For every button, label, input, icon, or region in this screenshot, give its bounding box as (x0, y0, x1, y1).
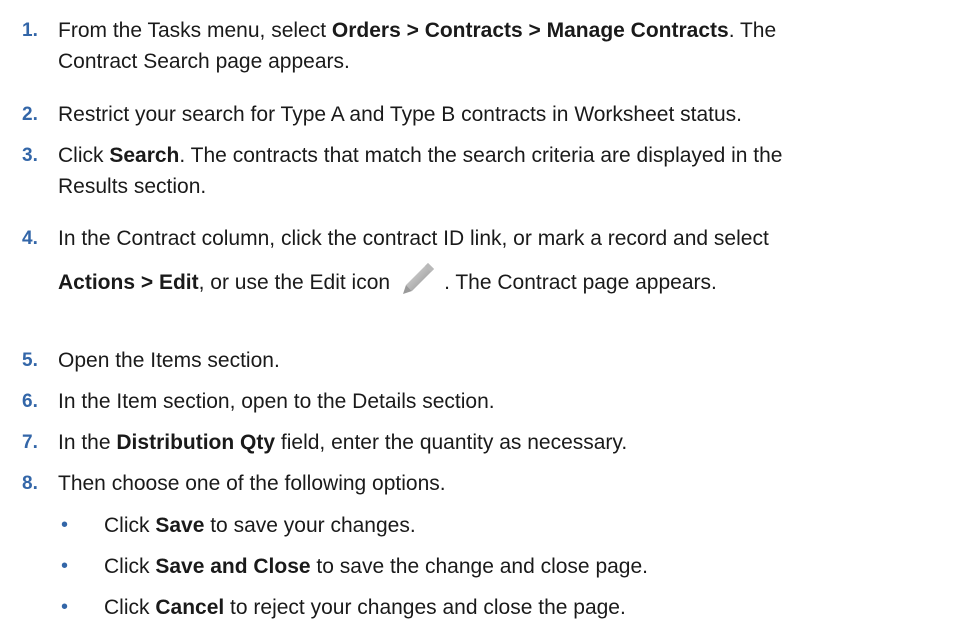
step-number: 8. (22, 473, 38, 494)
menu-path: Orders > Contracts > Manage Contracts (331, 19, 729, 42)
step-text: In the Contract column, click the contra… (58, 227, 769, 250)
step-number: 3. (22, 145, 38, 166)
cancel-label: Cancel (155, 596, 225, 619)
step-text: In the Distribution Qty field, enter the… (58, 431, 628, 454)
step-text: Click Search. The contracts that match t… (58, 144, 783, 198)
actions-edit-label: Actions > Edit (58, 271, 199, 294)
save-label: Save (155, 514, 205, 537)
bullet: • (61, 555, 69, 577)
pencil-edit-icon (400, 261, 436, 295)
step-text: Open the Items section. (58, 349, 280, 372)
step-text: From the Tasks menu, select Orders > Con… (58, 19, 777, 73)
bullet: • (61, 596, 69, 618)
step-text: In the Item section, open to the Details… (58, 390, 495, 413)
step-text: Then choose one of the following options… (58, 472, 446, 495)
step-number: 2. (22, 104, 38, 125)
field-name: Distribution Qty (116, 431, 276, 454)
save-and-close-label: Save and Close (155, 555, 311, 578)
step-text-line2: Actions > Edit, or use the Edit icon . T… (58, 261, 978, 298)
bullet: • (61, 514, 69, 536)
step-number: 4. (22, 228, 38, 249)
step-number: 7. (22, 432, 38, 453)
search-button-label: Search (109, 144, 180, 167)
step-number: 5. (22, 350, 38, 371)
step-number: 6. (22, 391, 38, 412)
step-number: 1. (22, 20, 38, 41)
step-text: Restrict your search for Type A and Type… (58, 103, 742, 126)
